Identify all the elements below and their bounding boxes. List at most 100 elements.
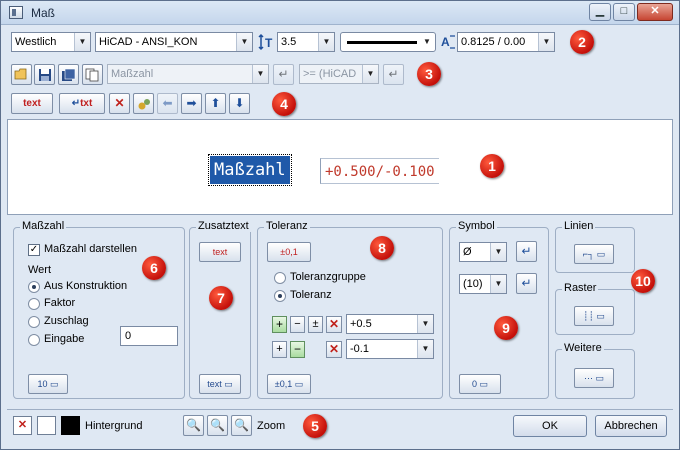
- raster-format-button[interactable]: ┊┊ ▭: [574, 306, 614, 326]
- white-background-swatch[interactable]: [37, 416, 56, 435]
- insert-txt-button[interactable]: ↵txt: [59, 93, 105, 114]
- arrow-right-icon[interactable]: ➡: [181, 93, 202, 114]
- symbol-select-value: Ø: [463, 246, 472, 258]
- radio-zuschlag[interactable]: [28, 316, 40, 328]
- lower-tolerance-value: -0.1: [350, 343, 369, 355]
- black-background-swatch[interactable]: [61, 416, 80, 435]
- chevron-down-icon: ▼: [362, 65, 378, 83]
- lower-clear-icon[interactable]: ✕: [326, 341, 342, 358]
- arrow-left-icon[interactable]: ⬅: [157, 93, 178, 114]
- upper-plusminus-button[interactable]: ±: [308, 316, 323, 333]
- tolerance-text-button[interactable]: ±0,1: [267, 242, 311, 262]
- tolerance-format-icon: A: [440, 33, 456, 51]
- zoom-out-icon[interactable]: 🔍: [231, 415, 252, 436]
- radio-label: Toleranz: [290, 289, 332, 301]
- save-as-icon[interactable]: [58, 64, 79, 85]
- symbol-count-insert-icon[interactable]: ↵: [516, 273, 537, 294]
- arrow-down-icon[interactable]: ⬇: [229, 93, 250, 114]
- dimension-preview[interactable]: Maßzahl +0.500/-0.100 1: [7, 119, 673, 215]
- open-folder-icon[interactable]: [11, 64, 32, 85]
- delete-icon[interactable]: ✕: [109, 93, 130, 114]
- symbol-format-button[interactable]: 0 ▭: [459, 374, 501, 394]
- filter-select[interactable]: >= (HiCAD ▼: [299, 64, 379, 84]
- symbol-insert-icon[interactable]: ↵: [516, 241, 537, 262]
- callout-badge-2: 2: [570, 30, 594, 54]
- close-button[interactable]: ✕: [637, 3, 673, 21]
- radio-aus-konstruktion[interactable]: [28, 281, 40, 293]
- callout-badge-6: 6: [142, 256, 166, 280]
- standard-select[interactable]: HiCAD - ANSI_KON ▼: [95, 32, 253, 52]
- cancel-button[interactable]: Abbrechen: [595, 415, 667, 437]
- enter-icon[interactable]: ↵: [383, 64, 404, 85]
- app-icon: [9, 6, 23, 19]
- radio-toleranzgruppe[interactable]: [274, 272, 286, 284]
- symbol-count-value: (10): [463, 278, 483, 290]
- lower-minus-button[interactable]: −: [290, 341, 305, 358]
- group-weitere-title: Weitere: [562, 342, 604, 354]
- upper-tolerance-value: +0.5: [350, 318, 372, 330]
- show-number-checkbox[interactable]: ✓: [28, 244, 40, 256]
- toolbar-row-1: Westlich ▼ HiCAD - ANSI_KON ▼ T 3.5 ▼ ▼ …: [7, 29, 673, 57]
- more-format-button[interactable]: ⋯ ▭: [574, 368, 614, 388]
- text-select[interactable]: Maßzahl ▼: [107, 64, 269, 84]
- preview-tolerance-text[interactable]: +0.500/-0.100: [320, 158, 439, 184]
- radio-faktor[interactable]: [28, 298, 40, 310]
- window-title: Maß: [31, 6, 55, 20]
- additional-text-format-label: text: [207, 379, 222, 389]
- tolerance-format-label: ±0,1: [274, 379, 293, 389]
- group-raster-title: Raster: [562, 282, 599, 294]
- insert-text-button[interactable]: text: [11, 93, 53, 114]
- tolerance-select[interactable]: 0.8125 / 0.00 ▼: [457, 32, 555, 52]
- callout-badge-4: 4: [272, 92, 296, 116]
- group-linien-title: Linien: [562, 220, 596, 232]
- callout-badge-5: 5: [303, 414, 327, 438]
- tolerance-format-button[interactable]: ±0,1 ▭: [267, 374, 311, 394]
- radio-toleranz[interactable]: [274, 290, 286, 302]
- enter-icon[interactable]: ↵: [273, 64, 294, 85]
- chevron-down-icon: ▼: [423, 37, 431, 46]
- line-style-select[interactable]: ▼: [340, 32, 436, 52]
- callout-badge-10: 10: [631, 269, 655, 293]
- group-toleranz: Toleranz ±0,1 Toleranzgruppe Toleranz + …: [257, 220, 443, 399]
- save-icon[interactable]: [34, 64, 55, 85]
- radio-eingabe[interactable]: [28, 334, 40, 346]
- group-weitere: Weitere ⋯ ▭: [555, 342, 635, 399]
- lower-plus-button[interactable]: +: [272, 341, 287, 358]
- upper-tolerance-select[interactable]: +0.5 ▼: [346, 314, 434, 334]
- upper-clear-icon[interactable]: ✕: [326, 316, 342, 333]
- preview-main-text[interactable]: Maßzahl: [208, 154, 292, 186]
- lower-tolerance-select[interactable]: -0.1 ▼: [346, 339, 434, 359]
- symbol-count-select[interactable]: (10) ▼: [459, 274, 507, 294]
- radio-label: Toleranzgruppe: [290, 271, 366, 283]
- additional-text-button[interactable]: text: [199, 242, 241, 262]
- arrow-up-icon[interactable]: ⬆: [205, 93, 226, 114]
- group-toleranz-title: Toleranz: [264, 220, 310, 232]
- style-select[interactable]: Westlich ▼: [11, 32, 91, 52]
- group-symbol-title: Symbol: [456, 220, 497, 232]
- background-label: Hintergrund: [85, 420, 143, 432]
- group-linien: Linien ⌐┐ ▭: [555, 220, 635, 273]
- tools-icon[interactable]: [133, 93, 154, 114]
- minimize-button[interactable]: ▁: [589, 3, 611, 21]
- copy-icon[interactable]: [82, 64, 103, 85]
- value-input[interactable]: 0: [120, 326, 178, 346]
- symbol-select[interactable]: Ø ▼: [459, 242, 507, 262]
- lines-format-button[interactable]: ⌐┐ ▭: [574, 244, 614, 264]
- zoom-fit-icon[interactable]: 🔍: [207, 415, 228, 436]
- text-select-value: Maßzahl: [111, 68, 154, 80]
- upper-plus-button[interactable]: +: [272, 316, 287, 333]
- no-background-icon[interactable]: ✕: [13, 416, 32, 435]
- size-select[interactable]: 3.5 ▼: [277, 32, 335, 52]
- radio-label: Aus Konstruktion: [44, 280, 128, 292]
- ok-button[interactable]: OK: [513, 415, 587, 437]
- zoom-in-icon[interactable]: 🔍: [183, 415, 204, 436]
- chevron-down-icon: ▼: [318, 33, 334, 51]
- callout-badge-1: 1: [480, 154, 504, 178]
- group-masszahl: Maßzahl ✓ Maßzahl darstellen Wert Aus Ko…: [13, 220, 185, 399]
- chevron-down-icon: ▼: [74, 33, 90, 51]
- maximize-button[interactable]: □: [613, 3, 635, 21]
- number-format-button[interactable]: 10 ▭: [28, 374, 68, 394]
- svg-text:T: T: [265, 36, 273, 50]
- upper-minus-button[interactable]: −: [290, 316, 305, 333]
- additional-text-format-button[interactable]: text ▭: [199, 374, 241, 394]
